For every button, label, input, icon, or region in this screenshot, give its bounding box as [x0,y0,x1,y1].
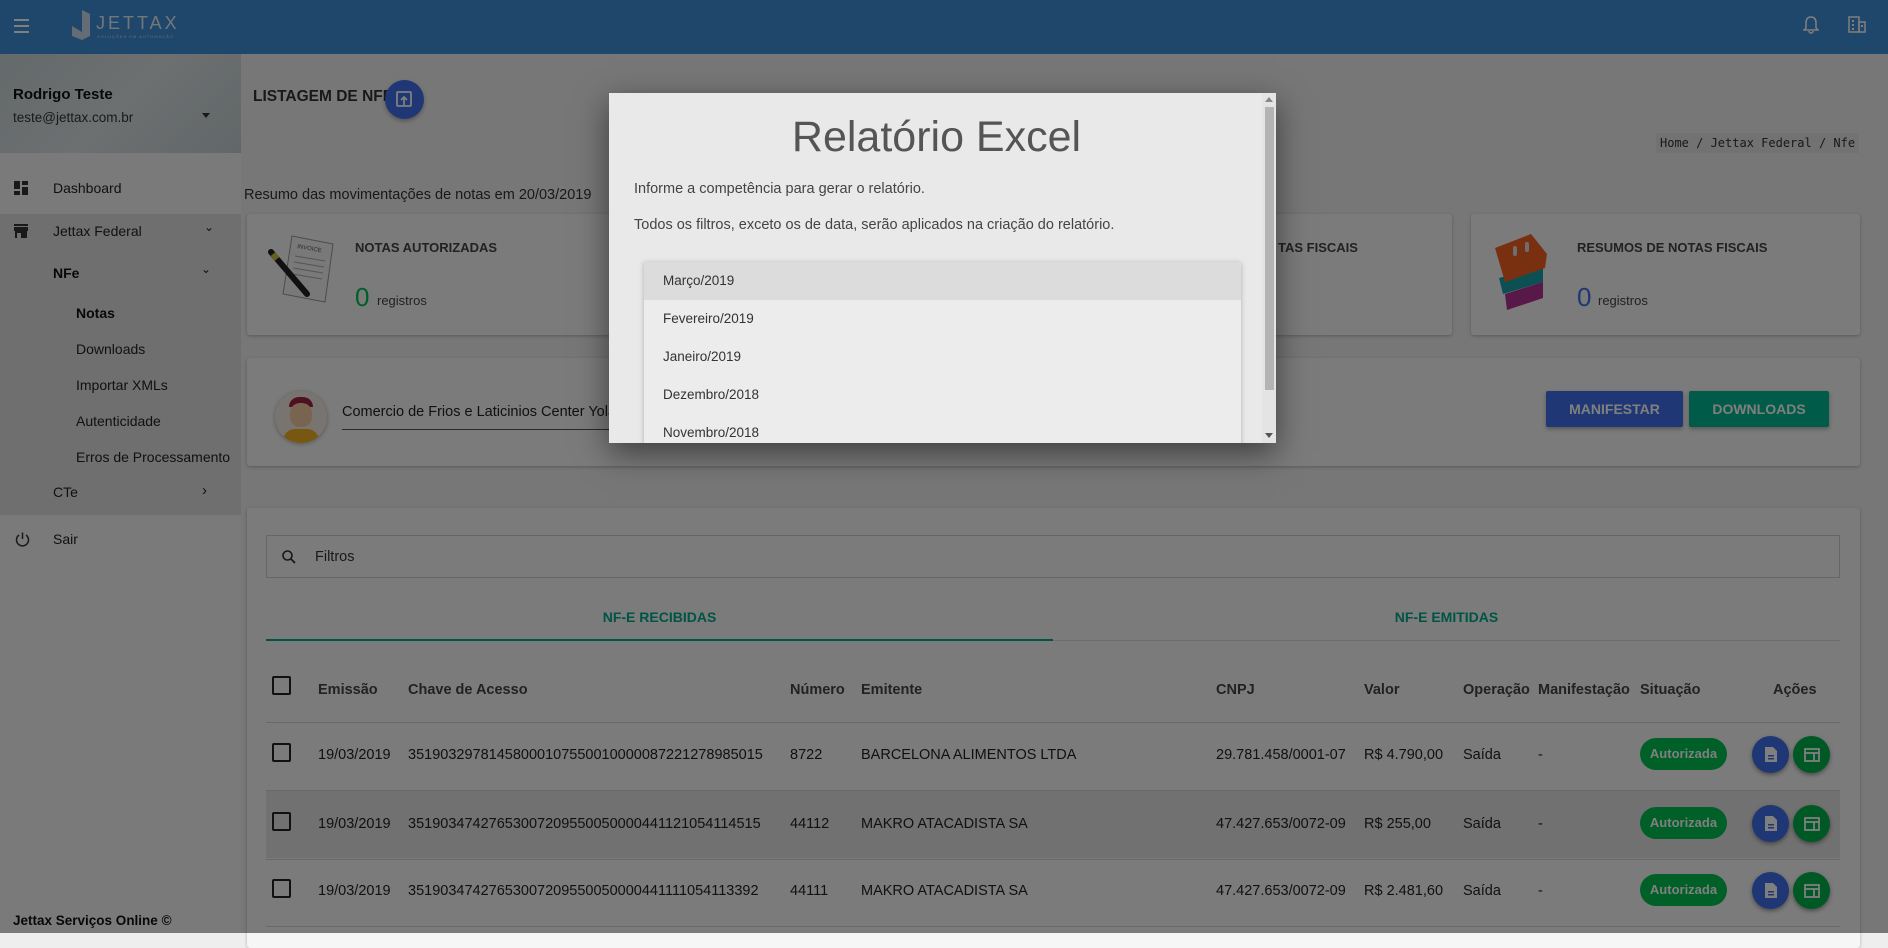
modal-instruction: Informe a competência para gerar o relat… [634,181,925,197]
option[interactable]: Novembro/2018 [644,414,1241,443]
modal-title: Relatório Excel [791,113,1082,161]
option[interactable]: Dezembro/2018 [644,376,1241,414]
scrollbar-thumb[interactable] [1265,107,1274,390]
modal-note: Todos os filtros, exceto os de data, ser… [634,217,1115,233]
option[interactable]: Janeiro/2019 [644,338,1241,376]
option[interactable]: Março/2019 [644,262,1241,300]
relatorio-excel-modal: Relatório Excel Informe a competência pa… [609,93,1276,443]
option[interactable]: Fevereiro/2019 [644,300,1241,338]
modal-scrollbar[interactable] [1262,93,1276,443]
competencia-dropdown: Março/2019 Fevereiro/2019 Janeiro/2019 D… [644,262,1241,443]
